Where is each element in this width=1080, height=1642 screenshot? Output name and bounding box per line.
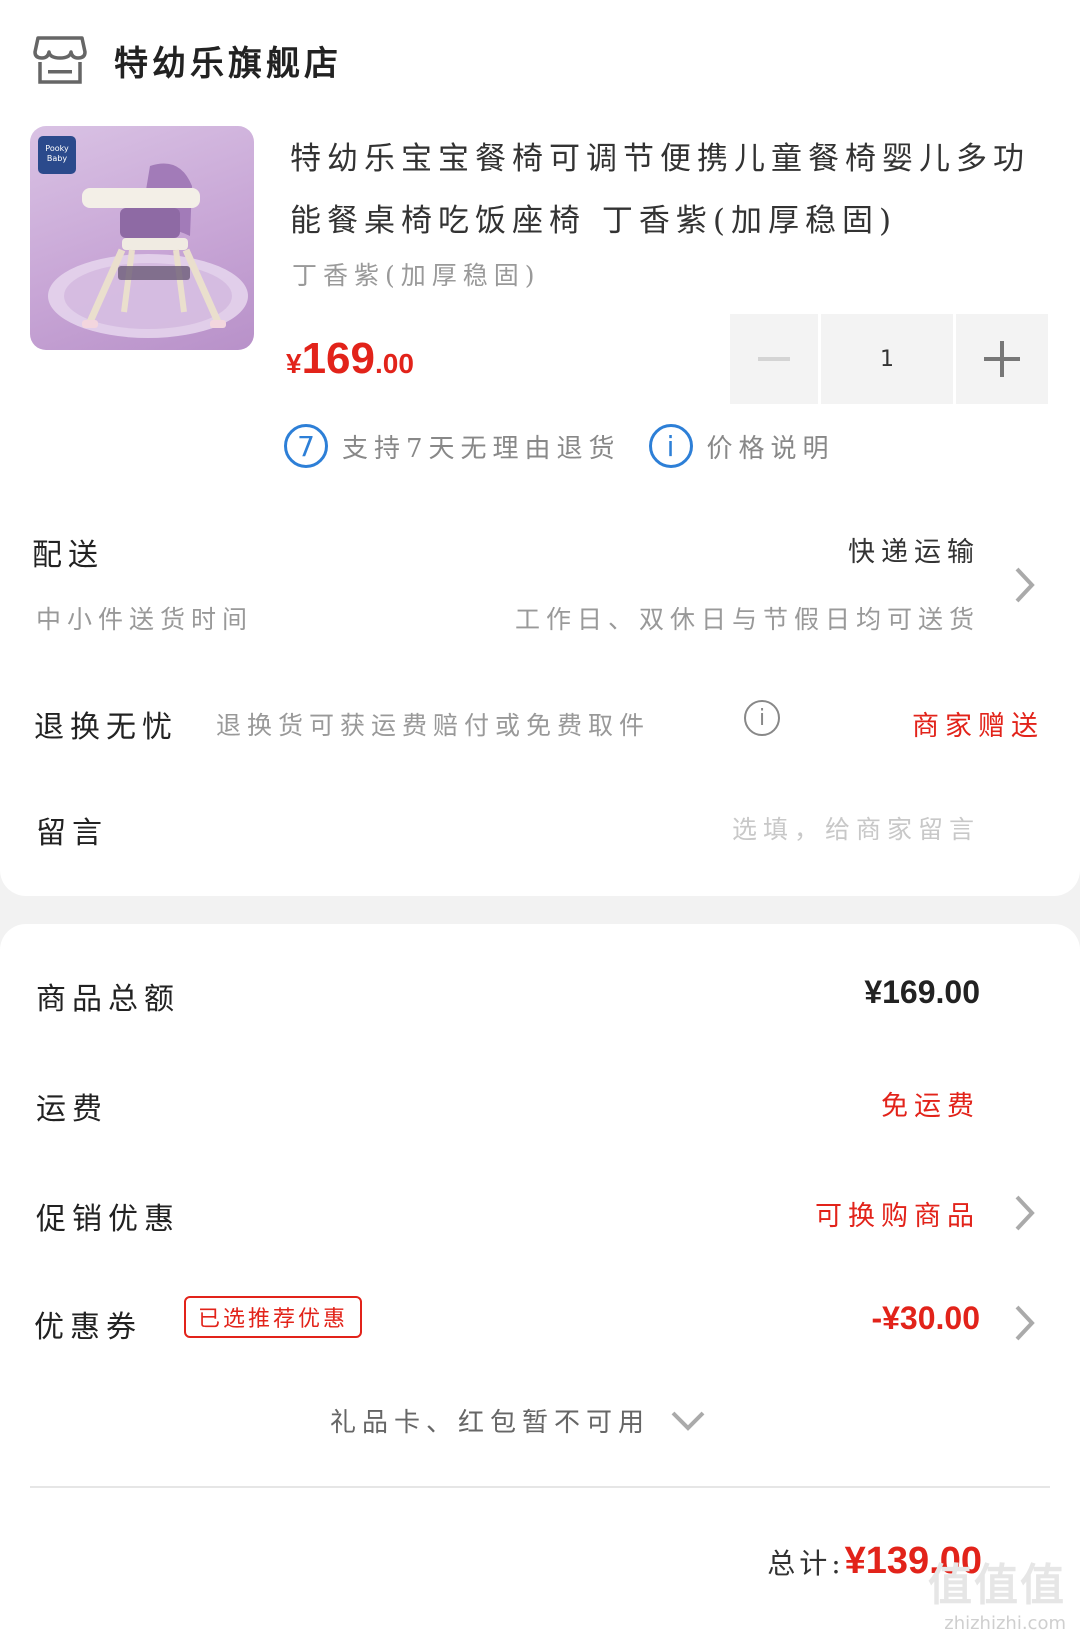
delivery-time-value: 工作日、双休日与节假日均可送货: [514, 605, 980, 634]
goods-total-value: ¥169.00: [864, 974, 980, 1010]
total-label: 总计:: [767, 1547, 845, 1580]
price-integer: 169: [301, 334, 375, 383]
returns-value: 商家赠送: [912, 711, 1044, 742]
seven-day-return-label[interactable]: 支持7天无理由退货: [342, 428, 621, 465]
increment-button[interactable]: [956, 314, 1048, 404]
delivery-method[interactable]: 快递运输: [848, 530, 980, 569]
watermark: 值值值 zhizhizhi.com: [928, 1549, 1066, 1634]
quantity-stepper: 1: [730, 314, 1048, 404]
coupon-value[interactable]: -¥30.00: [871, 1300, 980, 1337]
watermark-mark: 值值值: [928, 1560, 1066, 1611]
price-explanation-link[interactable]: 价格说明: [707, 428, 835, 465]
product-spec: 丁香紫(加厚稳固): [292, 261, 541, 290]
chevron-down-icon: [671, 1411, 705, 1431]
divider: [30, 1486, 1050, 1488]
chevron-right-icon[interactable]: [1014, 566, 1036, 604]
price-summary-card: [0, 924, 1080, 1642]
service-badges: 7 支持7天无理由退货 i 价格说明: [284, 424, 863, 468]
product-price: ¥169.00: [286, 334, 414, 384]
price-decimal: .00: [375, 348, 414, 379]
store-icon: [33, 36, 87, 84]
promo-value[interactable]: 可换购商品: [815, 1194, 980, 1233]
store-name: 特幼乐旗舰店: [114, 43, 342, 84]
decrement-button[interactable]: [730, 314, 818, 404]
gift-card-text: 礼品卡、红包暂不可用: [330, 1408, 651, 1438]
message-input[interactable]: 选填，给商家留言: [732, 810, 980, 846]
seven-day-return-icon: 7: [284, 424, 328, 468]
product-title[interactable]: 特幼乐宝宝餐椅可调节便携儿童餐椅婴儿多功能餐桌椅吃饭座椅 丁香紫(加厚稳固): [290, 128, 1050, 252]
chevron-right-icon[interactable]: [1014, 1304, 1036, 1342]
info-icon[interactable]: i: [648, 424, 693, 468]
plus-icon: [984, 341, 1020, 377]
store-header[interactable]: 特幼乐旗舰店: [32, 28, 342, 92]
coupon-tag: 已选推荐优惠: [184, 1296, 363, 1338]
goods-total-label: 商品总额: [36, 982, 180, 1017]
returns-desc: 退换货可获运费赔付或免费取件: [216, 711, 651, 740]
price-symbol: ¥: [286, 348, 302, 379]
minus-icon: [758, 357, 790, 361]
quantity-input[interactable]: 1: [821, 314, 953, 404]
coupon-label: 优惠券: [34, 1310, 142, 1345]
promo-label: 促销优惠: [36, 1202, 180, 1237]
info-icon[interactable]: i: [744, 700, 780, 736]
delivery-time-label: 中小件送货时间: [36, 605, 254, 634]
watermark-site: zhizhizhi.com: [944, 1613, 1066, 1634]
shipping-label: 运费: [36, 1092, 108, 1127]
returns-label: 退换无忧: [34, 710, 178, 745]
product-image[interactable]: Pooky Baby: [30, 126, 254, 350]
message-label: 留言: [36, 816, 108, 851]
delivery-label: 配送: [32, 538, 104, 573]
high-chair-illustration: [48, 163, 248, 338]
gift-card-row[interactable]: 礼品卡、红包暂不可用: [330, 1402, 706, 1439]
shipping-value: 免运费: [881, 1091, 980, 1122]
chevron-right-icon[interactable]: [1014, 1194, 1036, 1232]
